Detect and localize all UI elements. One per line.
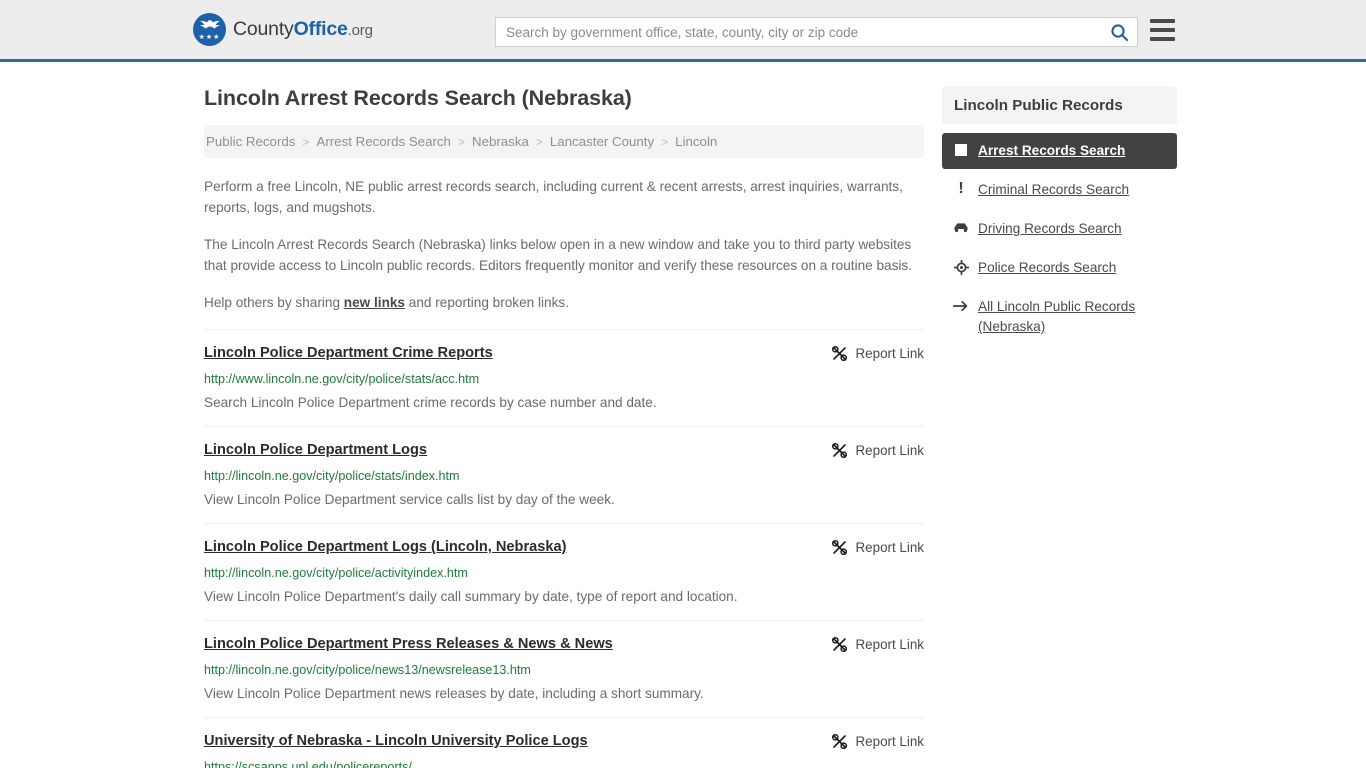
- breadcrumb-separator: >: [535, 134, 543, 149]
- result-title-link[interactable]: University of Nebraska - Lincoln Univers…: [204, 732, 588, 751]
- search-icon: [1110, 23, 1128, 41]
- car-icon: [953, 219, 969, 237]
- logo-wordmark: CountyOffice.org: [233, 18, 373, 41]
- result-title-link[interactable]: Lincoln Police Department Logs: [204, 441, 427, 460]
- report-link-label: Report Link: [855, 637, 924, 652]
- result-entry: Lincoln Police Department Logs (Lincoln,…: [204, 523, 924, 620]
- main-content: Lincoln Arrest Records Search (Nebraska)…: [204, 86, 924, 768]
- sidebar: Lincoln Public Records Arrest Records Se…: [942, 86, 1177, 348]
- result-entry-header: University of Nebraska - Lincoln Univers…: [204, 732, 924, 751]
- breadcrumb-separator: >: [661, 134, 669, 149]
- hamburger-bar: [1150, 19, 1175, 23]
- result-url[interactable]: http://lincoln.ne.gov/city/police/activi…: [204, 565, 924, 581]
- sidebar-item-label: Criminal Records Search: [978, 182, 1130, 197]
- breadcrumb-item-lancaster-county[interactable]: Lancaster County: [550, 134, 654, 149]
- report-link-label: Report Link: [855, 346, 924, 361]
- page-title: Lincoln Arrest Records Search (Nebraska): [204, 86, 632, 110]
- stars-decoration: ★★★: [198, 34, 221, 41]
- result-description: View Lincoln Police Department service c…: [204, 492, 615, 507]
- result-entry-header: Lincoln Police Department Press Releases…: [204, 635, 924, 654]
- sidebar-item-all-lincoln-public-records[interactable]: All Lincoln Public Records (Nebraska): [942, 289, 1177, 345]
- result-entry: Lincoln Police Department Press Releases…: [204, 620, 924, 717]
- broken-link-icon: [831, 636, 847, 653]
- report-link-button[interactable]: Report Link: [831, 732, 924, 750]
- result-entry: University of Nebraska - Lincoln Univers…: [204, 717, 924, 768]
- sidebar-item-driving-records-search[interactable]: Driving Records Search: [942, 211, 1177, 247]
- eagle-seal-icon: ★★★: [193, 13, 226, 46]
- sidebar-item-label: All Lincoln Public Records (Nebraska): [978, 299, 1136, 334]
- result-url[interactable]: http://www.lincoln.ne.gov/city/police/st…: [204, 371, 924, 387]
- white-square-icon: [953, 141, 969, 159]
- report-link-button[interactable]: Report Link: [831, 635, 924, 653]
- sidebar-item-label: Police Records Search: [978, 260, 1117, 275]
- breadcrumb-item-nebraska[interactable]: Nebraska: [472, 134, 529, 149]
- sidebar-heading: Lincoln Public Records: [942, 86, 1177, 124]
- logo-org-text: .org: [347, 22, 373, 39]
- page-body: Lincoln Arrest Records Search (Nebraska)…: [0, 62, 1366, 768]
- result-entry-header: Lincoln Police Department Crime Reports …: [204, 344, 924, 363]
- help-text-before: Help others by sharing: [204, 295, 344, 310]
- result-url[interactable]: https://scsapps.unl.edu/policereports/: [204, 759, 924, 768]
- report-link-label: Report Link: [855, 734, 924, 749]
- report-link-button[interactable]: Report Link: [831, 344, 924, 362]
- breadcrumb-separator: >: [302, 134, 310, 149]
- result-title-link[interactable]: Lincoln Police Department Press Releases…: [204, 635, 613, 654]
- hamburger-menu-icon[interactable]: [1150, 19, 1175, 41]
- help-text-after: and reporting broken links.: [405, 295, 569, 310]
- sidebar-item-arrest-records-search[interactable]: Arrest Records Search: [942, 133, 1177, 169]
- result-description: View Lincoln Police Department's daily c…: [204, 589, 738, 604]
- site-header: ★★★ CountyOffice.org: [0, 0, 1366, 62]
- report-link-label: Report Link: [855, 443, 924, 458]
- result-entry: Lincoln Police Department Logs Report Li…: [204, 426, 924, 523]
- broken-link-icon: [831, 733, 847, 750]
- search-button[interactable]: [1101, 18, 1137, 46]
- breadcrumb-item-public-records[interactable]: Public Records: [206, 134, 295, 149]
- hamburger-bar: [1150, 37, 1175, 41]
- report-link-button[interactable]: Report Link: [831, 538, 924, 556]
- intro-paragraph-2: The Lincoln Arrest Records Search (Nebra…: [204, 237, 912, 273]
- report-link-button[interactable]: Report Link: [831, 441, 924, 459]
- logo-county-text: County: [233, 18, 294, 40]
- sidebar-item-label: Arrest Records Search: [978, 143, 1126, 158]
- result-description: View Lincoln Police Department news rele…: [204, 686, 704, 701]
- arrow-right-icon: [953, 297, 969, 315]
- breadcrumb-item-lincoln[interactable]: Lincoln: [675, 134, 717, 149]
- logo-office-text: Office: [293, 18, 348, 40]
- breadcrumb: Public Records > Arrest Records Search >…: [204, 125, 924, 158]
- hamburger-bar: [1150, 28, 1175, 32]
- result-entry-header: Lincoln Police Department Logs (Lincoln,…: [204, 538, 924, 557]
- result-title-link[interactable]: Lincoln Police Department Logs (Lincoln,…: [204, 538, 566, 557]
- result-title-link[interactable]: Lincoln Police Department Crime Reports: [204, 344, 493, 363]
- broken-link-icon: [831, 442, 847, 459]
- exclamation-icon: !: [958, 180, 964, 197]
- search-input[interactable]: [496, 18, 1101, 46]
- search-bar[interactable]: [495, 17, 1138, 47]
- result-entry: Lincoln Police Department Crime Reports …: [204, 329, 924, 426]
- help-share-paragraph: Help others by sharing new links and rep…: [204, 292, 924, 313]
- result-url[interactable]: http://lincoln.ne.gov/city/police/news13…: [204, 662, 924, 678]
- breadcrumb-item-arrest-records-search[interactable]: Arrest Records Search: [316, 134, 451, 149]
- sidebar-item-label: Driving Records Search: [978, 221, 1122, 236]
- site-logo[interactable]: ★★★ CountyOffice.org: [193, 13, 373, 46]
- sidebar-item-police-records-search[interactable]: Police Records Search: [942, 250, 1177, 286]
- breadcrumb-separator: >: [457, 134, 465, 149]
- result-url[interactable]: http://lincoln.ne.gov/city/police/stats/…: [204, 468, 924, 484]
- result-entry-header: Lincoln Police Department Logs Report Li…: [204, 441, 924, 460]
- report-link-label: Report Link: [855, 540, 924, 555]
- police-badge-icon: [953, 258, 969, 276]
- sidebar-item-criminal-records-search[interactable]: ! Criminal Records Search: [942, 172, 1177, 208]
- new-links-link[interactable]: new links: [344, 295, 405, 310]
- intro-paragraph-1: Perform a free Lincoln, NE public arrest…: [204, 179, 903, 215]
- result-description: Search Lincoln Police Department crime r…: [204, 395, 657, 410]
- broken-link-icon: [831, 345, 847, 362]
- broken-link-icon: [831, 539, 847, 556]
